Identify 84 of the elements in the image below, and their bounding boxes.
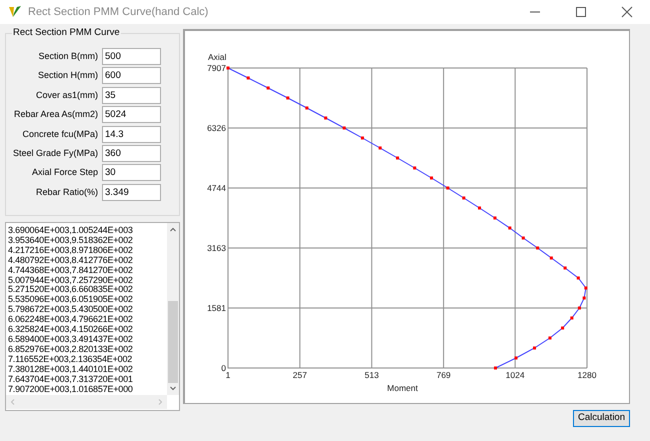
data-point [522,236,525,240]
data-point [570,316,574,320]
list-item[interactable]: 4.744368E+003,7.841270E+002 [8,266,133,276]
list-item[interactable]: 3.953640E+003,9.518362E+002 [8,236,133,246]
window-title: Rect Section PMM Curve(hand Calc) [28,4,208,20]
horizontal-scrollbar[interactable] [6,395,167,409]
input-field[interactable]: 360 [102,144,161,162]
output-list[interactable] [5,222,180,411]
list-item[interactable]: 6.589400E+003,3.491437E+002 [8,334,133,345]
list-item[interactable]: 5.798672E+003,5.430500E+002 [8,305,133,316]
data-point [413,166,416,170]
list-item[interactable]: 6.062248E+003,4.796621E+002 [8,315,133,326]
input-field[interactable]: 35 [102,86,161,104]
list-item[interactable]: 7.380128E+003,1.440101E+002 [8,364,133,375]
data-point [578,306,581,310]
data-point [430,176,433,180]
data-point [478,206,481,210]
data-point [226,66,230,70]
field-label: Concrete fcu(MPa) [21,128,98,140]
data-point [396,156,400,160]
input-field[interactable]: 500 [102,48,161,65]
y-axis-title: Axial [208,52,226,62]
y-tick-label: 6326 [207,122,226,133]
data-point [493,216,496,220]
y-tick-label: 0 [221,363,226,373]
list-item[interactable]: 5.271520E+003,6.660835E+002 [8,285,133,296]
list-item[interactable]: 7.907200E+003,1.016857E+000 [8,384,133,394]
x-tick-label: 1280 [578,370,596,380]
data-point [305,106,308,110]
app-logo-icon [8,5,22,19]
field-label: Steel Grade Fy(MPa) [12,148,98,159]
x-tick-label: 257 [292,370,307,380]
data-point [446,186,450,190]
data-point [508,226,512,230]
list-item[interactable]: 7.643704E+003,7.313720E+001 [8,374,133,384]
list-item[interactable]: 4.480792E+003,8.412776E+002 [8,256,133,266]
calculation-button[interactable]: Calculation [573,410,630,427]
data-point [550,256,553,260]
field-label: Section B(mm) [37,51,98,62]
field-label: Cover as1(mm) [34,90,98,101]
data-point [494,366,497,370]
data-point [548,336,552,340]
input-field[interactable]: 3.349 [102,184,161,201]
input-field[interactable]: 5024 [102,106,161,124]
y-tick-label: 1581 [207,303,226,314]
data-point [564,266,567,270]
y-tick-label: 4744 [207,183,226,193]
input-field[interactable]: 14.3 [102,126,161,143]
data-point [286,96,290,100]
x-tick-label: 513 [364,370,379,380]
data-point [584,286,588,290]
list-item[interactable]: 4.217216E+003,8.971806E+002 [8,246,133,256]
x-tick-label: 1024 [506,370,525,380]
list-item[interactable]: 6.852976E+003,2.820133E+002 [8,344,133,355]
x-axis-title: Moment [387,383,418,393]
data-point [536,246,540,250]
list-item[interactable]: 3.690064E+003,1.005244E+003 [8,226,133,236]
field-label: Rebar Ratio(%) [34,186,98,198]
data-point [533,346,536,350]
list-item[interactable]: 7.116552E+003,2.136354E+002 [8,354,132,365]
data-point [582,296,586,300]
data-point [342,126,346,130]
data-point [360,136,364,140]
input-field[interactable]: 600 [102,67,161,84]
data-point [266,86,270,90]
data-point [514,356,518,360]
data-point [462,196,466,200]
list-item[interactable]: 5.535096E+003,6.051905E+002 [8,295,133,306]
y-tick-label: 3163 [207,243,226,253]
field-label: Rebar Area As(mm2) [12,109,98,120]
data-point [576,276,580,280]
data-point [378,146,382,150]
list-item[interactable]: 6.325824E+003,4.150266E+002 [8,325,133,335]
x-tick-label: 769 [436,370,451,380]
x-tick-label: 1 [226,370,230,380]
input-field[interactable]: 30 [102,164,161,182]
data-point [324,116,328,120]
data-point [246,76,250,80]
field-label: Section H(mm) [36,70,98,82]
field-label: Axial Force Step [30,167,98,178]
data-point [561,326,564,330]
vertical-scrollbar[interactable] [167,223,179,395]
y-tick-label: 7907 [207,63,226,73]
list-item[interactable]: 5.007944E+003,7.257290E+002 [8,276,133,286]
